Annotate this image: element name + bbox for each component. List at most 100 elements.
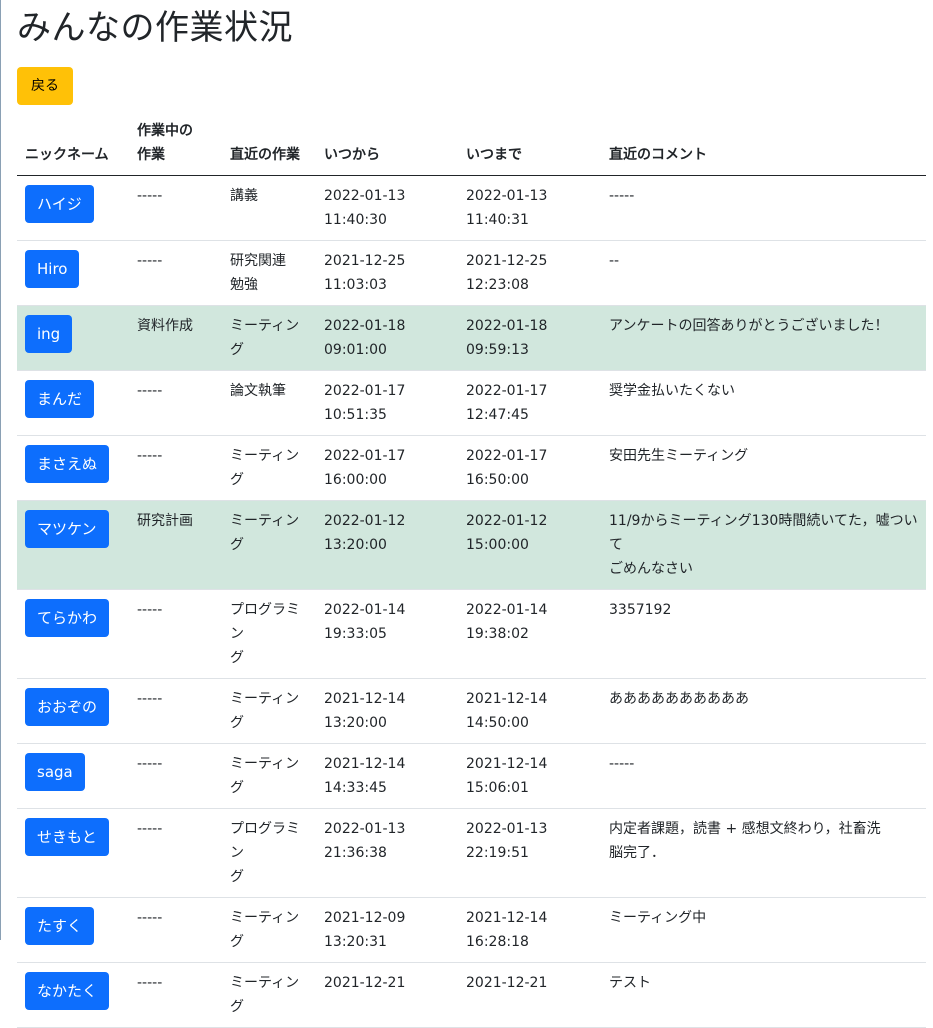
from-time: 16:00:00 [324,472,387,488]
cell-from: 2022-01-13 11:40:30 [316,175,458,241]
to-date: 2022-01-13 [466,188,548,204]
cell-comment: アンケートの回答ありがとうございました！ [601,305,926,371]
nickname-button[interactable]: saga [25,753,85,791]
cell-current-task: 資料作成 [129,305,222,371]
to-time: 15:00:00 [466,537,529,553]
table-row: たすく ----- ミーティング 2021-12-09 13:20:31 2021-12-… [17,897,926,963]
cell-comment: ----- [601,175,926,241]
header-comment: 直近のコメント [601,119,926,176]
nickname-button[interactable]: ハイジ [25,185,94,223]
header-nickname: ニックネーム [17,119,129,176]
cell-comment: 11/9からミーティング130時間続いてた，嘘ついて ごめんなさい [601,500,926,590]
from-date: 2022-01-13 [324,821,406,837]
from-date: 2021-12-25 [324,253,406,269]
cell-current-task: ----- [129,240,222,306]
cell-recent-task: ミーティング [222,305,316,371]
cell-to: 2022-01-12 15:00:00 [458,500,601,590]
cell-nickname: まさえぬ [17,435,129,501]
cell-to: 2022-01-18 09:59:13 [458,305,601,371]
back-button[interactable]: 戻る [17,67,73,105]
from-time: 14:33:45 [324,780,387,796]
cell-recent-task: ミーティング [222,435,316,501]
to-time: 15:06:01 [466,780,529,796]
cell-recent-task: ミーティング [222,897,316,963]
table-row: てらかわ ----- プログラミン グ 2022-01-14 19:33:05 2022-… [17,589,926,679]
from-time: 13:20:00 [324,715,387,731]
cell-to: 2021-12-14 16:28:18 [458,897,601,963]
cell-from: 2021-12-14 14:33:45 [316,743,458,809]
cell-recent-task: ミーティング [222,962,316,1028]
from-time: 21:36:38 [324,845,387,861]
from-date: 2022-01-12 [324,513,406,529]
cell-current-task: ----- [129,962,222,1028]
nickname-button[interactable]: なかたく [25,972,110,1010]
cell-current-task: ----- [129,678,222,744]
nickname-button[interactable]: おおぞの [25,688,110,726]
header-recent-task: 直近の作業 [222,119,316,176]
nickname-button[interactable]: てらかわ [25,599,110,637]
from-time: 19:33:05 [324,626,387,642]
to-date: 2021-12-21 [466,975,548,991]
cell-current-task: ----- [129,589,222,679]
to-time: 16:28:18 [466,934,529,950]
header-current-task-label: 作業中の 作業 [137,123,193,163]
cell-from: 2021-12-14 13:20:00 [316,678,458,744]
cell-current-task: 研究計画 [129,500,222,590]
cell-comment: -- [601,240,926,306]
cell-from: 2022-01-17 16:00:00 [316,435,458,501]
cell-to: 2021-12-21 [458,962,601,1028]
cell-comment: テスト [601,962,926,1028]
cell-to: 2022-01-17 16:50:00 [458,435,601,501]
page: みんなの作業状況 戻る ニックネーム 作業中の 作業 直近の作業 いつから いつ… [1,0,933,1028]
table-row: なかたく ----- ミーティング 2021-12-21 2021-12-21 テスト [17,962,926,1028]
from-date: 2022-01-14 [324,602,406,618]
cell-comment: 安田先生ミーティング [601,435,926,501]
cell-from: 2022-01-17 10:51:35 [316,370,458,436]
nickname-button[interactable]: たすく [25,907,95,945]
from-time: 11:40:30 [324,212,387,228]
cell-comment: ミーティング中 [601,897,926,963]
to-time: 14:50:00 [466,715,529,731]
cell-from: 2021-12-25 11:03:03 [316,240,458,306]
cell-from: 2021-12-21 [316,962,458,1028]
to-date: 2022-01-18 [466,318,548,334]
cell-current-task: ----- [129,175,222,241]
header-current-task: 作業中の 作業 [129,119,222,176]
table-row: マツケン 研究計画 ミーティング 2022-01-12 13:20:00 2022-01-… [17,500,926,590]
nickname-button[interactable]: ing [25,315,73,353]
cell-to: 2022-01-13 22:19:51 [458,808,601,898]
from-date: 2021-12-21 [324,975,406,991]
cell-nickname: まんだ [17,370,129,436]
cell-current-task: ----- [129,808,222,898]
nickname-button[interactable]: せきもと [25,818,109,856]
from-time: 09:01:00 [324,342,387,358]
cell-current-task: ----- [129,743,222,809]
to-date: 2021-12-14 [466,691,548,707]
cell-nickname: てらかわ [17,589,129,679]
from-date: 2021-12-14 [324,691,406,707]
cell-comment: 内定者課題，読書 + 感想文終わり，社畜洗 脳完了． [601,808,926,898]
nickname-button[interactable]: まさえぬ [25,445,110,483]
cell-comment: ----- [601,743,926,809]
page-title: みんなの作業状況 [17,8,293,48]
header-from: いつから [316,119,458,176]
to-time: 09:59:13 [466,342,529,358]
table-row: Hiro ----- 研究関連 勉強 2021-12-25 11:03:03 2021-1… [17,240,926,306]
to-date: 2022-01-17 [466,383,548,399]
table-row: ing 資料作成 ミーティング 2022-01-18 09:01:00 2022-01-1… [17,305,926,371]
from-time: 11:03:03 [324,277,387,293]
nickname-button[interactable]: まんだ [25,380,95,418]
from-date: 2021-12-09 [324,910,406,926]
to-date: 2022-01-13 [466,821,548,837]
nickname-button[interactable]: Hiro [25,250,80,288]
table-row: せきもと ----- プログラミン グ 2022-01-13 21:36:38 2022-… [17,808,926,898]
table-header-row: ニックネーム 作業中の 作業 直近の作業 いつから いつまで 直近のコメント [17,119,926,176]
to-date: 2022-01-14 [466,602,548,618]
cell-comment: ああああああああああ [601,678,926,744]
from-time: 13:20:00 [324,537,387,553]
cell-from: 2022-01-13 21:36:38 [316,808,458,898]
to-time: 12:23:08 [466,277,529,293]
nickname-button[interactable]: マツケン [25,510,109,548]
to-date: 2021-12-14 [466,910,548,926]
cell-recent-task: プログラミン グ [222,589,316,679]
